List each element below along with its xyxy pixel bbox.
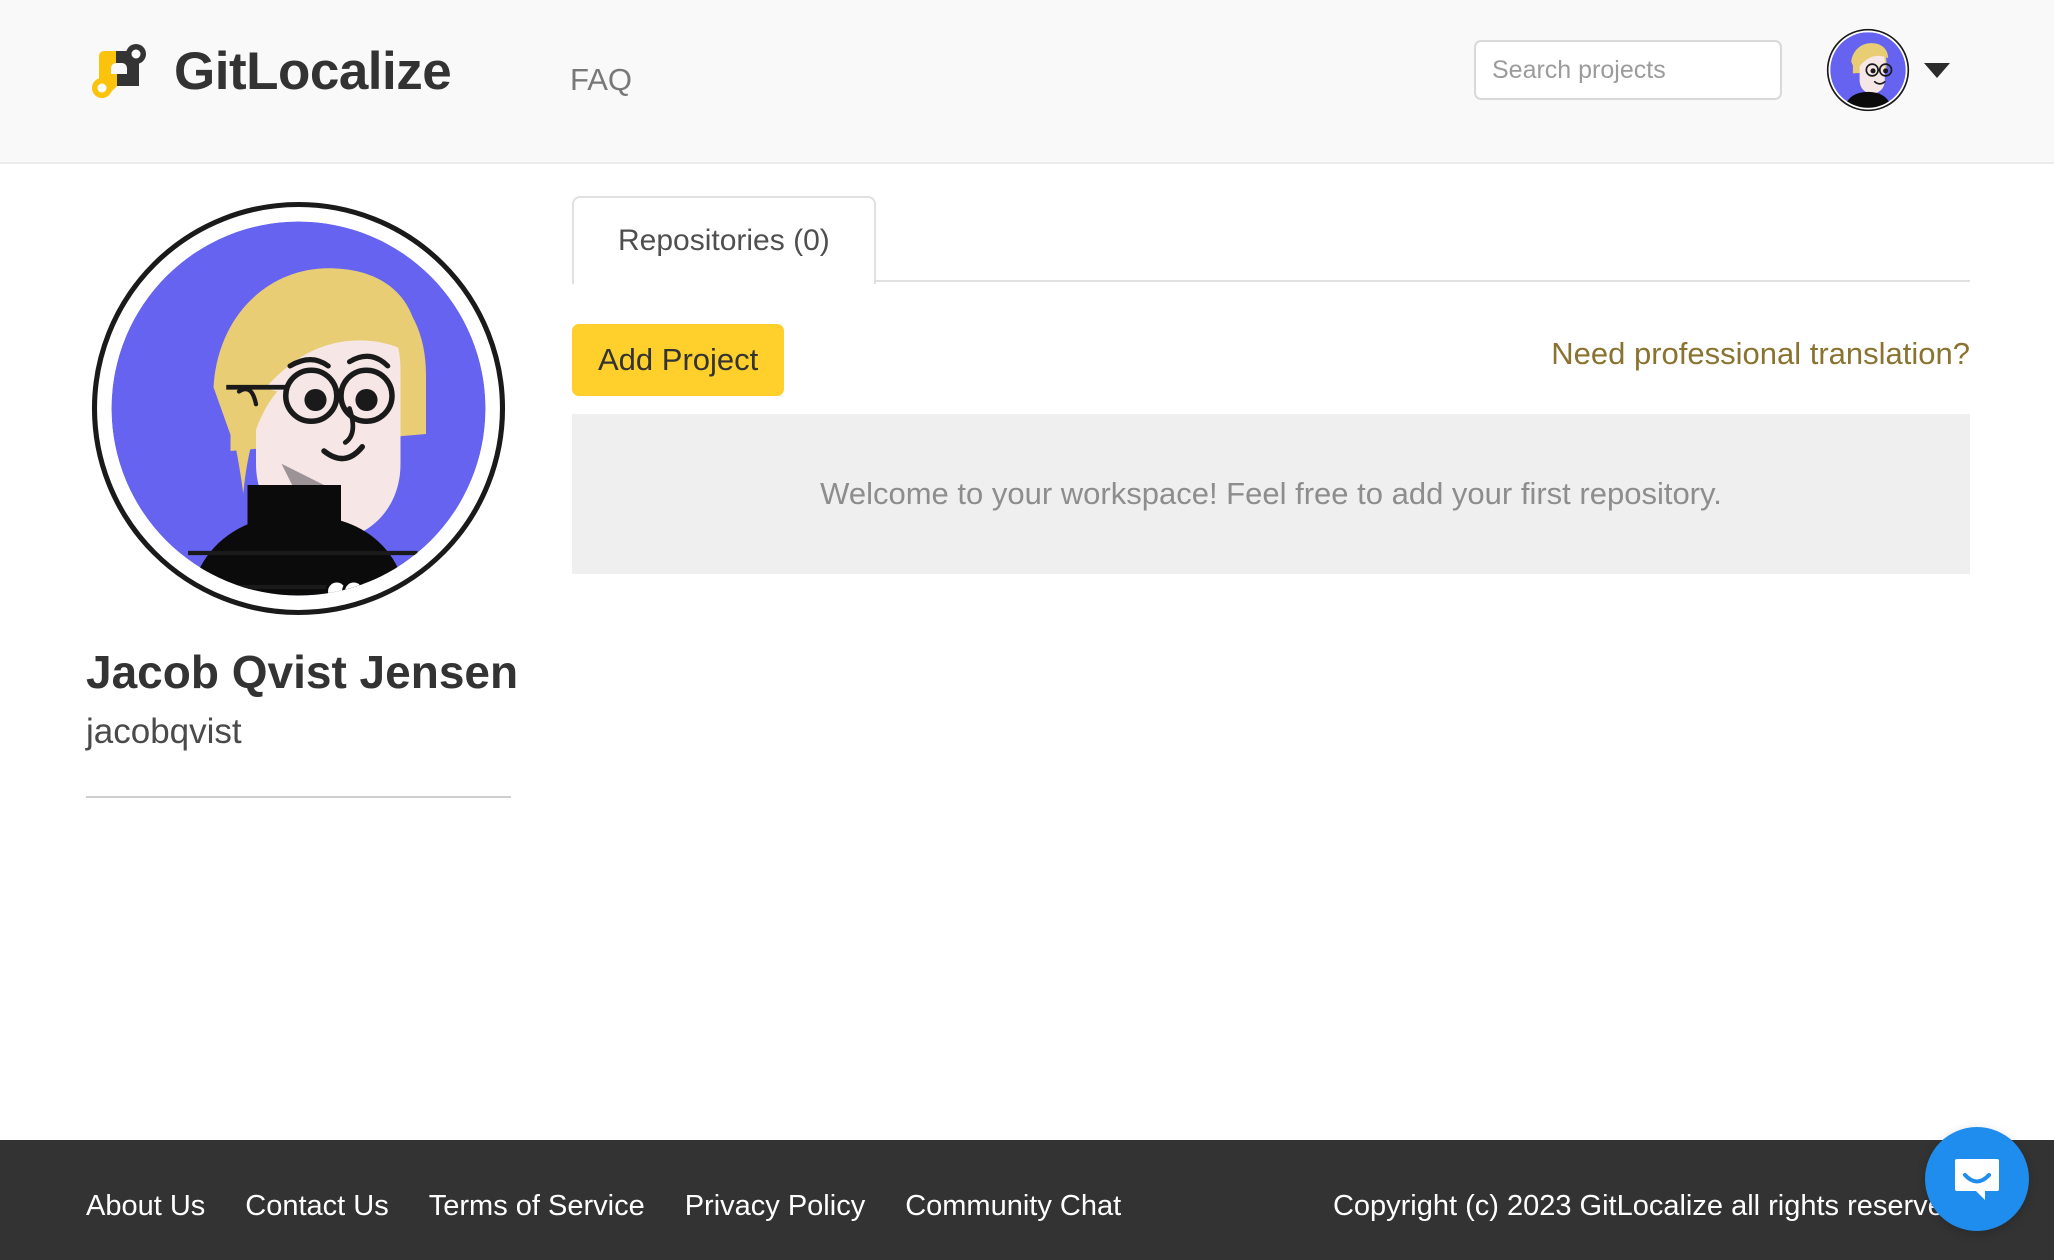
tab-repositories[interactable]: Repositories (0) (572, 196, 876, 284)
gitlocalize-logo-icon (92, 44, 146, 98)
user-avatar (1826, 28, 1910, 112)
site-footer: About Us Contact Us Terms of Service Pri… (0, 1140, 2054, 1260)
empty-state-message: Welcome to your workspace! Feel free to … (820, 476, 1722, 511)
main-content: Repositories (0) Add Project Need profes… (572, 196, 1970, 574)
profile-name: Jacob Qvist Jensen (86, 646, 519, 698)
chevron-down-icon (1924, 62, 1950, 78)
search-input[interactable] (1474, 40, 1782, 100)
profile-divider (86, 795, 511, 798)
page-root: GitLocalize FAQ Search projects Jacob Qv… (0, 0, 2054, 1260)
brand-home-link[interactable]: GitLocalize (86, 38, 452, 104)
footer-link-about-us[interactable]: About Us (86, 1190, 205, 1223)
profile-sidebar: Jacob Qvist Jensen jacobqvist (86, 196, 519, 798)
action-row: Add Project Need professional translatio… (572, 282, 1970, 414)
footer-links: About Us Contact Us Terms of Service Pri… (86, 1190, 1121, 1223)
chat-bubble-icon (1955, 1159, 1999, 1200)
footer-link-contact-us[interactable]: Contact Us (245, 1190, 388, 1223)
profile-avatar-illustration (91, 201, 506, 616)
footer-link-community-chat[interactable]: Community Chat (905, 1190, 1121, 1223)
brand-name: GitLocalize (174, 41, 452, 101)
site-header: GitLocalize FAQ (0, 0, 2054, 164)
nav-link-faq[interactable]: FAQ (570, 62, 632, 98)
footer-link-terms-of-service[interactable]: Terms of Service (429, 1190, 645, 1223)
tab-bar: Repositories (0) (572, 196, 1970, 284)
footer-link-privacy-policy[interactable]: Privacy Policy (685, 1190, 866, 1223)
chat-launcher-button[interactable] (1925, 1127, 2029, 1231)
professional-translation-link[interactable]: Need professional translation? (1551, 336, 1970, 372)
profile-username: jacobqvist (86, 711, 242, 751)
empty-state-panel: Welcome to your workspace! Feel free to … (572, 414, 1970, 574)
footer-copyright: Copyright (c) 2023 GitLocalize all right… (1332, 1190, 1968, 1222)
user-menu[interactable] (1826, 28, 1950, 112)
add-project-button[interactable]: Add Project (572, 324, 785, 396)
